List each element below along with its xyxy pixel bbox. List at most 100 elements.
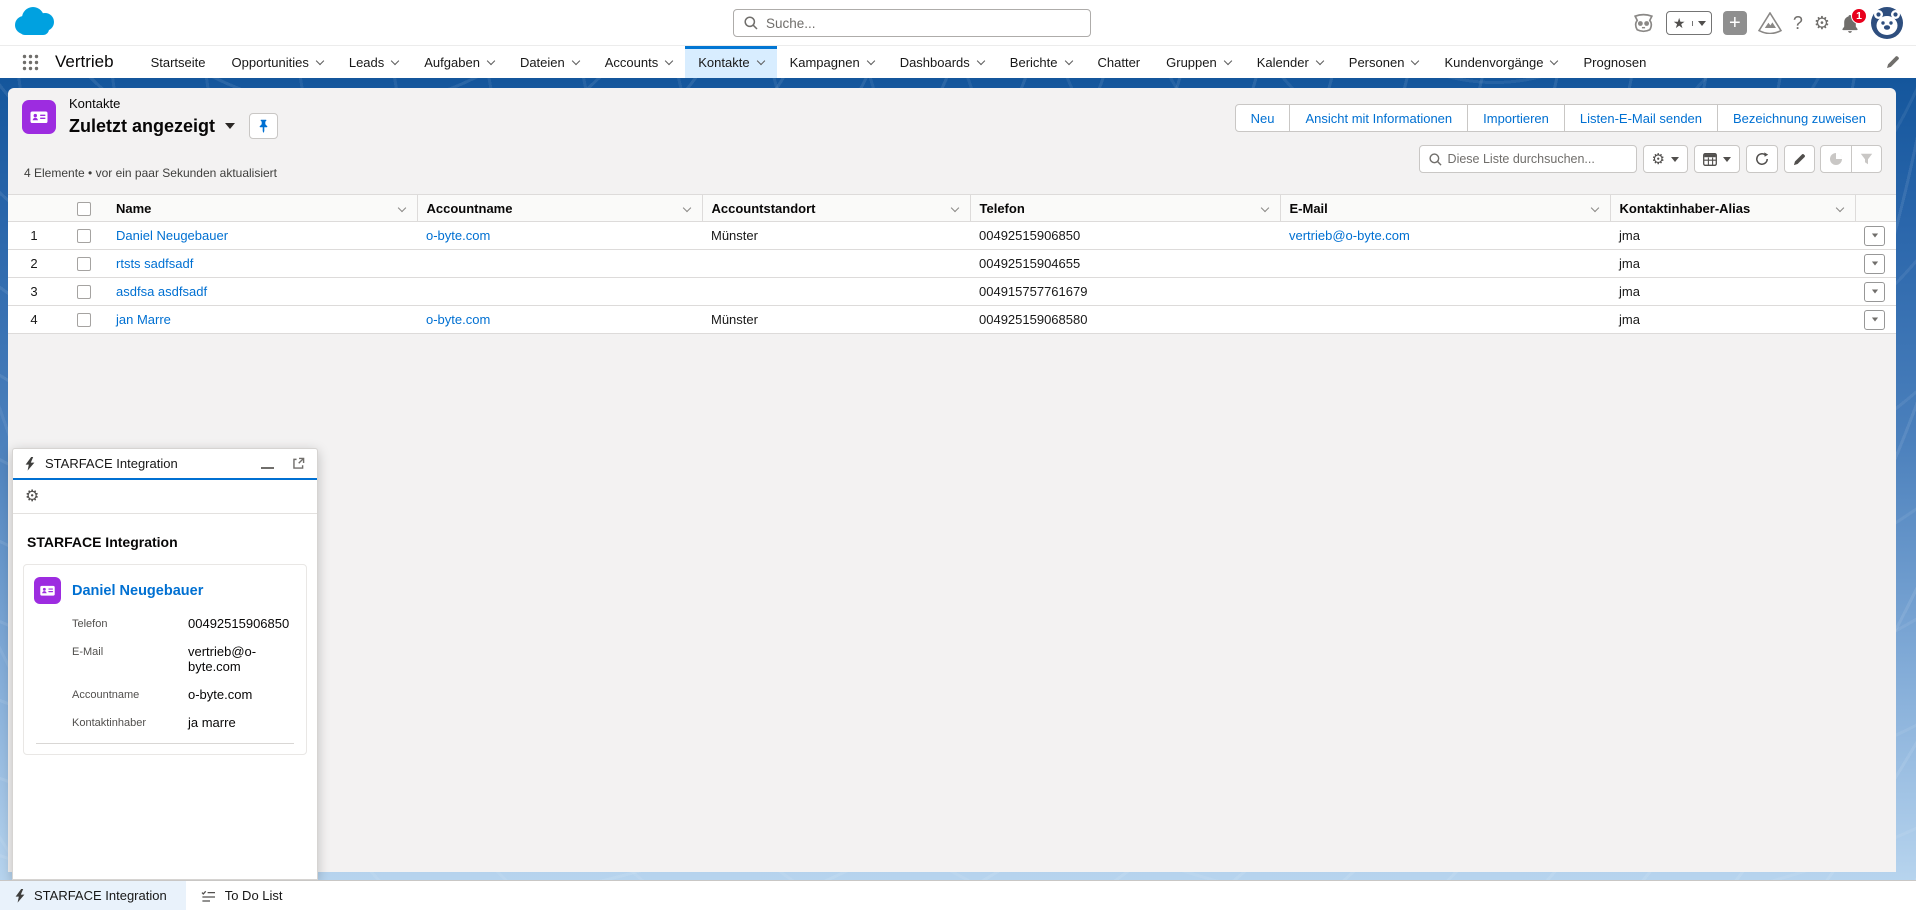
global-search[interactable]	[733, 9, 1091, 37]
notification-badge: 1	[1851, 8, 1867, 24]
entity-label: Kontakte	[69, 96, 120, 111]
contact-name-link[interactable]: Daniel Neugebauer	[116, 228, 228, 243]
account-link[interactable]: o-byte.com	[426, 312, 490, 327]
row-number: 3	[8, 278, 60, 306]
row-checkbox[interactable]	[77, 257, 91, 271]
column-header-accountname[interactable]: Accountname	[417, 195, 702, 222]
listen-email-senden-button[interactable]: Listen-E-Mail senden	[1564, 104, 1718, 132]
chevron-down-icon[interactable]	[682, 204, 690, 212]
utility-tab-starface[interactable]: STARFACE Integration	[0, 881, 186, 910]
field-value: ja marre	[188, 715, 236, 730]
account-cell	[417, 250, 702, 278]
column-header-email[interactable]: E-Mail	[1280, 195, 1610, 222]
quick-create-icon[interactable]: +	[1723, 11, 1747, 35]
display-as-button[interactable]	[1694, 145, 1740, 173]
row-checkbox[interactable]	[77, 285, 91, 299]
contact-name-link[interactable]: asdfsa asdfsadf	[116, 284, 207, 299]
tab-kalender[interactable]: Kalender	[1244, 46, 1336, 78]
tab-gruppen[interactable]: Gruppen	[1153, 46, 1244, 78]
panel-body: STARFACE Integration Daniel Neugebauer T…	[13, 514, 317, 755]
chevron-down-icon	[1064, 57, 1072, 65]
row-actions-button[interactable]	[1864, 254, 1885, 274]
email-link[interactable]: vertrieb@o-byte.com	[1289, 228, 1410, 243]
popout-icon[interactable]	[292, 457, 305, 470]
setup-gear-icon[interactable]: ⚙	[1814, 14, 1830, 32]
inline-edit-button[interactable]	[1784, 145, 1815, 173]
chevron-down-icon[interactable]	[1590, 204, 1598, 212]
list-toolbar: ⚙	[1419, 145, 1882, 173]
app-name: Vertrieb	[55, 52, 114, 72]
list-settings-button[interactable]: ⚙	[1643, 145, 1688, 173]
chevron-down-icon[interactable]	[950, 204, 958, 212]
importieren-button[interactable]: Importieren	[1467, 104, 1565, 132]
column-header-telefon[interactable]: Telefon	[970, 195, 1280, 222]
tab-dateien[interactable]: Dateien	[507, 46, 592, 78]
filter-button[interactable]	[1851, 145, 1882, 173]
column-header-accountstandort[interactable]: Accountstandort	[702, 195, 970, 222]
tab-startseite[interactable]: Startseite	[138, 46, 219, 78]
chevron-down-icon	[866, 57, 874, 65]
tab-prognosen[interactable]: Prognosen	[1570, 46, 1659, 78]
favorites-list-button[interactable]	[1692, 21, 1711, 26]
edit-navigation-pencil-icon[interactable]	[1886, 55, 1900, 72]
app-launcher-icon[interactable]	[22, 54, 39, 71]
list-view-selector-caret-icon[interactable]	[225, 123, 235, 129]
caret-down-icon	[1698, 21, 1706, 26]
utility-tab-todo-list[interactable]: To Do List	[186, 881, 302, 910]
select-all-checkbox[interactable]	[77, 202, 91, 216]
tab-kontakte[interactable]: Kontakte	[685, 46, 776, 78]
chevron-down-icon[interactable]	[397, 204, 405, 212]
column-header-kontaktinhaber-alias[interactable]: Kontaktinhaber-Alias	[1610, 195, 1855, 222]
salesforce-logo-icon	[12, 6, 56, 41]
trailhead-icon[interactable]	[1758, 12, 1782, 34]
notifications-bell-icon[interactable]: 1	[1841, 14, 1859, 33]
minimize-icon[interactable]	[261, 458, 274, 469]
bezeichnung-zuweisen-button[interactable]: Bezeichnung zuweisen	[1717, 104, 1882, 132]
pin-list-button[interactable]	[249, 113, 278, 139]
user-avatar[interactable]	[1870, 6, 1904, 40]
favorite-star-icon[interactable]: ★	[1667, 15, 1692, 32]
tab-kampagnen[interactable]: Kampagnen	[777, 46, 887, 78]
panel-settings-gear-icon[interactable]: ⚙	[25, 489, 39, 505]
email-cell	[1280, 306, 1610, 334]
owner-alias-cell: jma	[1610, 278, 1855, 306]
tab-chatter[interactable]: Chatter	[1085, 46, 1154, 78]
column-header-name[interactable]: Name	[107, 195, 417, 222]
panel-contact-name-link[interactable]: Daniel Neugebauer	[72, 583, 203, 599]
chevron-down-icon[interactable]	[1260, 204, 1268, 212]
list-search-input[interactable]	[1448, 152, 1636, 166]
chevron-down-icon	[572, 57, 580, 65]
chevron-down-icon[interactable]	[1835, 204, 1843, 212]
contacts-entity-icon	[22, 100, 56, 134]
tab-dashboards[interactable]: Dashboards	[887, 46, 997, 78]
extension-owl-icon[interactable]	[1632, 12, 1655, 35]
row-actions-button[interactable]	[1864, 226, 1885, 246]
row-actions-button[interactable]	[1864, 282, 1885, 302]
list-view-title[interactable]: Zuletzt angezeigt	[69, 116, 215, 137]
tab-kundenvorgaenge[interactable]: Kundenvorgänge	[1431, 46, 1570, 78]
contact-name-link[interactable]: jan Marre	[116, 312, 171, 327]
tab-opportunities[interactable]: Opportunities	[219, 46, 336, 78]
tab-personen[interactable]: Personen	[1336, 46, 1432, 78]
row-checkbox[interactable]	[77, 229, 91, 243]
ansicht-mit-informationen-button[interactable]: Ansicht mit Informationen	[1289, 104, 1468, 132]
row-checkbox[interactable]	[77, 313, 91, 327]
account-link[interactable]: o-byte.com	[426, 228, 490, 243]
refresh-button[interactable]	[1746, 145, 1778, 173]
help-icon[interactable]: ?	[1793, 13, 1803, 34]
caret-down-icon	[1871, 318, 1877, 322]
global-search-input[interactable]	[766, 16, 1090, 31]
tab-berichte[interactable]: Berichte	[997, 46, 1085, 78]
tab-accounts[interactable]: Accounts	[592, 46, 685, 78]
neu-button[interactable]: Neu	[1235, 104, 1291, 132]
charts-button[interactable]	[1820, 145, 1852, 173]
row-actions-button[interactable]	[1864, 310, 1885, 330]
contact-name-link[interactable]: rtsts sadfsadf	[116, 256, 193, 271]
panel-title: STARFACE Integration	[45, 456, 251, 471]
contacts-table: Name Accountname Accountstandort Telefon…	[8, 194, 1896, 334]
list-action-buttons: Neu Ansicht mit Informationen Importiere…	[1235, 104, 1882, 132]
contacts-table-section: Name Accountname Accountstandort Telefon…	[8, 194, 1896, 334]
tab-aufgaben[interactable]: Aufgaben	[411, 46, 507, 78]
tab-leads[interactable]: Leads	[336, 46, 411, 78]
global-header: ★ + ? ⚙ 1	[0, 0, 1916, 46]
